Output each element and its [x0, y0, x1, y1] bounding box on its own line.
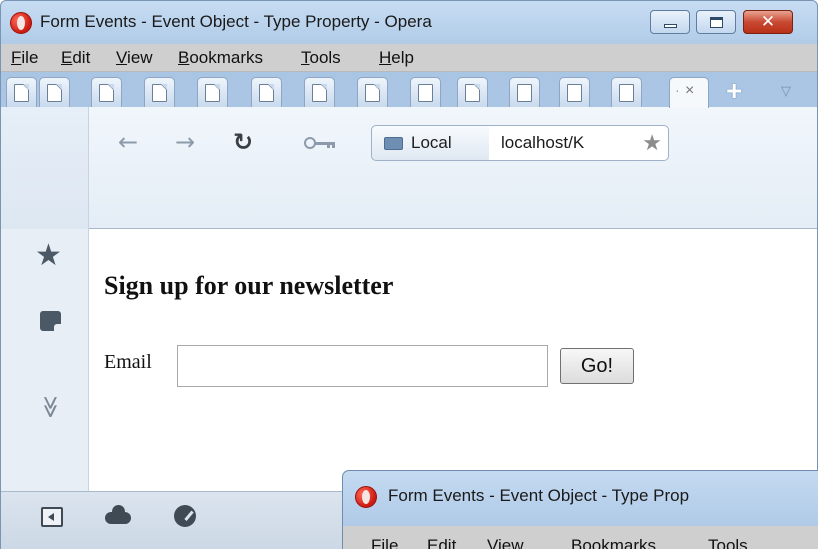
address-text[interactable]: localhost/K — [501, 133, 631, 153]
minimize-button[interactable] — [650, 10, 690, 34]
close-icon: ✕ — [760, 12, 776, 32]
tab[interactable] — [144, 77, 175, 107]
second-menu-bookmarks[interactable]: Bookmarks — [571, 536, 656, 549]
page-icon — [205, 84, 220, 102]
tab[interactable] — [457, 77, 488, 107]
menu-file-mnemonic: F — [11, 48, 22, 67]
close-button[interactable]: ✕ — [743, 10, 793, 34]
second-menu-edit[interactable]: Edit — [427, 536, 456, 549]
bookmarks-star-icon[interactable]: ★ — [35, 241, 62, 271]
menu-tools-mnemonic: T — [301, 48, 310, 67]
tab[interactable] — [91, 77, 122, 107]
tab[interactable] — [251, 77, 282, 107]
address-badge[interactable]: Local — [371, 125, 490, 161]
tab[interactable] — [611, 77, 642, 107]
key-tooth — [332, 144, 335, 148]
key-tooth — [327, 144, 330, 148]
reload-icon[interactable]: ↻ — [233, 129, 253, 155]
second-menu-file[interactable]: File — [371, 536, 398, 549]
second-menu-bar: File Edit View Bookmarks Tools — [343, 526, 818, 549]
tab-bar: · × + ▽ — [1, 73, 817, 108]
tab[interactable] — [304, 77, 335, 107]
page-heading: Sign up for our newsletter — [104, 271, 394, 300]
menu-help-label: elp — [391, 48, 414, 67]
bookmark-star-icon[interactable]: ★ — [642, 130, 662, 156]
menu-file-label: ile — [21, 48, 39, 67]
tab-dot-icon: · — [675, 82, 680, 98]
maximize-button[interactable] — [696, 10, 736, 34]
back-arrow-icon[interactable]: ← — [118, 129, 138, 155]
new-tab-plus-icon[interactable]: + — [726, 77, 750, 105]
window-title: Form Events - Event Object - Type Proper… — [40, 12, 432, 31]
page-icon — [418, 84, 433, 102]
menu-file[interactable]: File — [11, 48, 38, 68]
page-content: Sign up for our newsletter Email Go! — [89, 229, 817, 491]
page-icon — [312, 84, 327, 102]
page-icon — [365, 84, 380, 102]
tab-menu-chevron-icon[interactable]: ▽ — [781, 83, 791, 99]
menu-help-mnemonic: H — [379, 48, 392, 67]
opera-logo-icon — [355, 486, 377, 508]
menu-tools[interactable]: Tools — [301, 48, 341, 68]
menu-help[interactable]: Help — [379, 48, 414, 68]
page-icon — [567, 84, 582, 102]
menu-view-mnemonic: V — [116, 48, 128, 67]
opera-logo-icon[interactable] — [10, 12, 32, 34]
forward-arrow-icon[interactable]: → — [175, 129, 195, 155]
tab[interactable] — [197, 77, 228, 107]
page-icon — [517, 84, 532, 102]
page-icon — [152, 84, 167, 102]
tab[interactable] — [410, 77, 441, 107]
monitor-icon — [384, 137, 403, 150]
second-menu-tools[interactable]: Tools — [708, 536, 748, 549]
page-icon — [99, 84, 114, 102]
cloud-icon[interactable] — [105, 505, 131, 524]
maximize-icon — [710, 17, 723, 28]
address-badge-label: Local — [411, 133, 452, 152]
tab-active[interactable]: · × — [669, 77, 709, 108]
menu-view-label: iew — [127, 48, 153, 67]
page-icon — [14, 84, 29, 102]
email-label: Email — [104, 351, 152, 373]
tab[interactable] — [6, 77, 37, 107]
page-icon — [47, 84, 62, 102]
menu-bookmarks-label: ookmarks — [189, 48, 264, 67]
minimize-icon — [664, 24, 677, 28]
email-field[interactable] — [177, 345, 548, 387]
menu-bar: File Edit View Bookmarks Tools Help — [1, 44, 817, 72]
tab[interactable] — [39, 77, 70, 107]
navigation-toolbar: ← → ↻ Local localhost/K ★ — [89, 107, 817, 229]
tab[interactable] — [357, 77, 388, 107]
menu-bookmarks-mnemonic: B — [178, 48, 190, 67]
menu-edit-label: dit — [72, 48, 91, 67]
page-icon — [259, 84, 274, 102]
menu-tools-label: ools — [309, 48, 341, 67]
go-button[interactable]: Go! — [560, 348, 634, 384]
tab-close-icon[interactable]: × — [685, 82, 694, 100]
speedometer-icon[interactable] — [174, 505, 196, 527]
menu-bookmarks[interactable]: Bookmarks — [178, 48, 263, 68]
title-bar: Form Events - Event Object - Type Proper… — [8, 10, 808, 40]
menu-view[interactable]: View — [116, 48, 153, 68]
page-icon — [619, 84, 634, 102]
tab[interactable] — [509, 77, 540, 107]
tab[interactable] — [559, 77, 590, 107]
notes-icon[interactable] — [40, 311, 61, 331]
second-browser-window[interactable]: Form Events - Event Object - Type Prop F… — [342, 470, 818, 549]
key-icon[interactable] — [304, 137, 338, 149]
toolbar-area: ← → ↻ Local localhost/K ★ — [1, 107, 817, 229]
panel-toggle-icon[interactable] — [41, 507, 63, 527]
page-icon — [465, 84, 480, 102]
second-window-title: Form Events - Event Object - Type Prop — [388, 486, 690, 505]
menu-edit-mnemonic: E — [61, 48, 73, 67]
side-panel: ★ ≫ — [1, 229, 89, 491]
more-chevron-icon[interactable]: ≫ — [38, 395, 63, 418]
menu-edit[interactable]: Edit — [61, 48, 90, 68]
second-menu-view[interactable]: View — [487, 536, 524, 549]
address-field[interactable]: localhost/K ★ — [489, 125, 669, 161]
browser-window: Form Events - Event Object - Type Proper… — [0, 0, 818, 549]
panel-header — [1, 107, 89, 229]
